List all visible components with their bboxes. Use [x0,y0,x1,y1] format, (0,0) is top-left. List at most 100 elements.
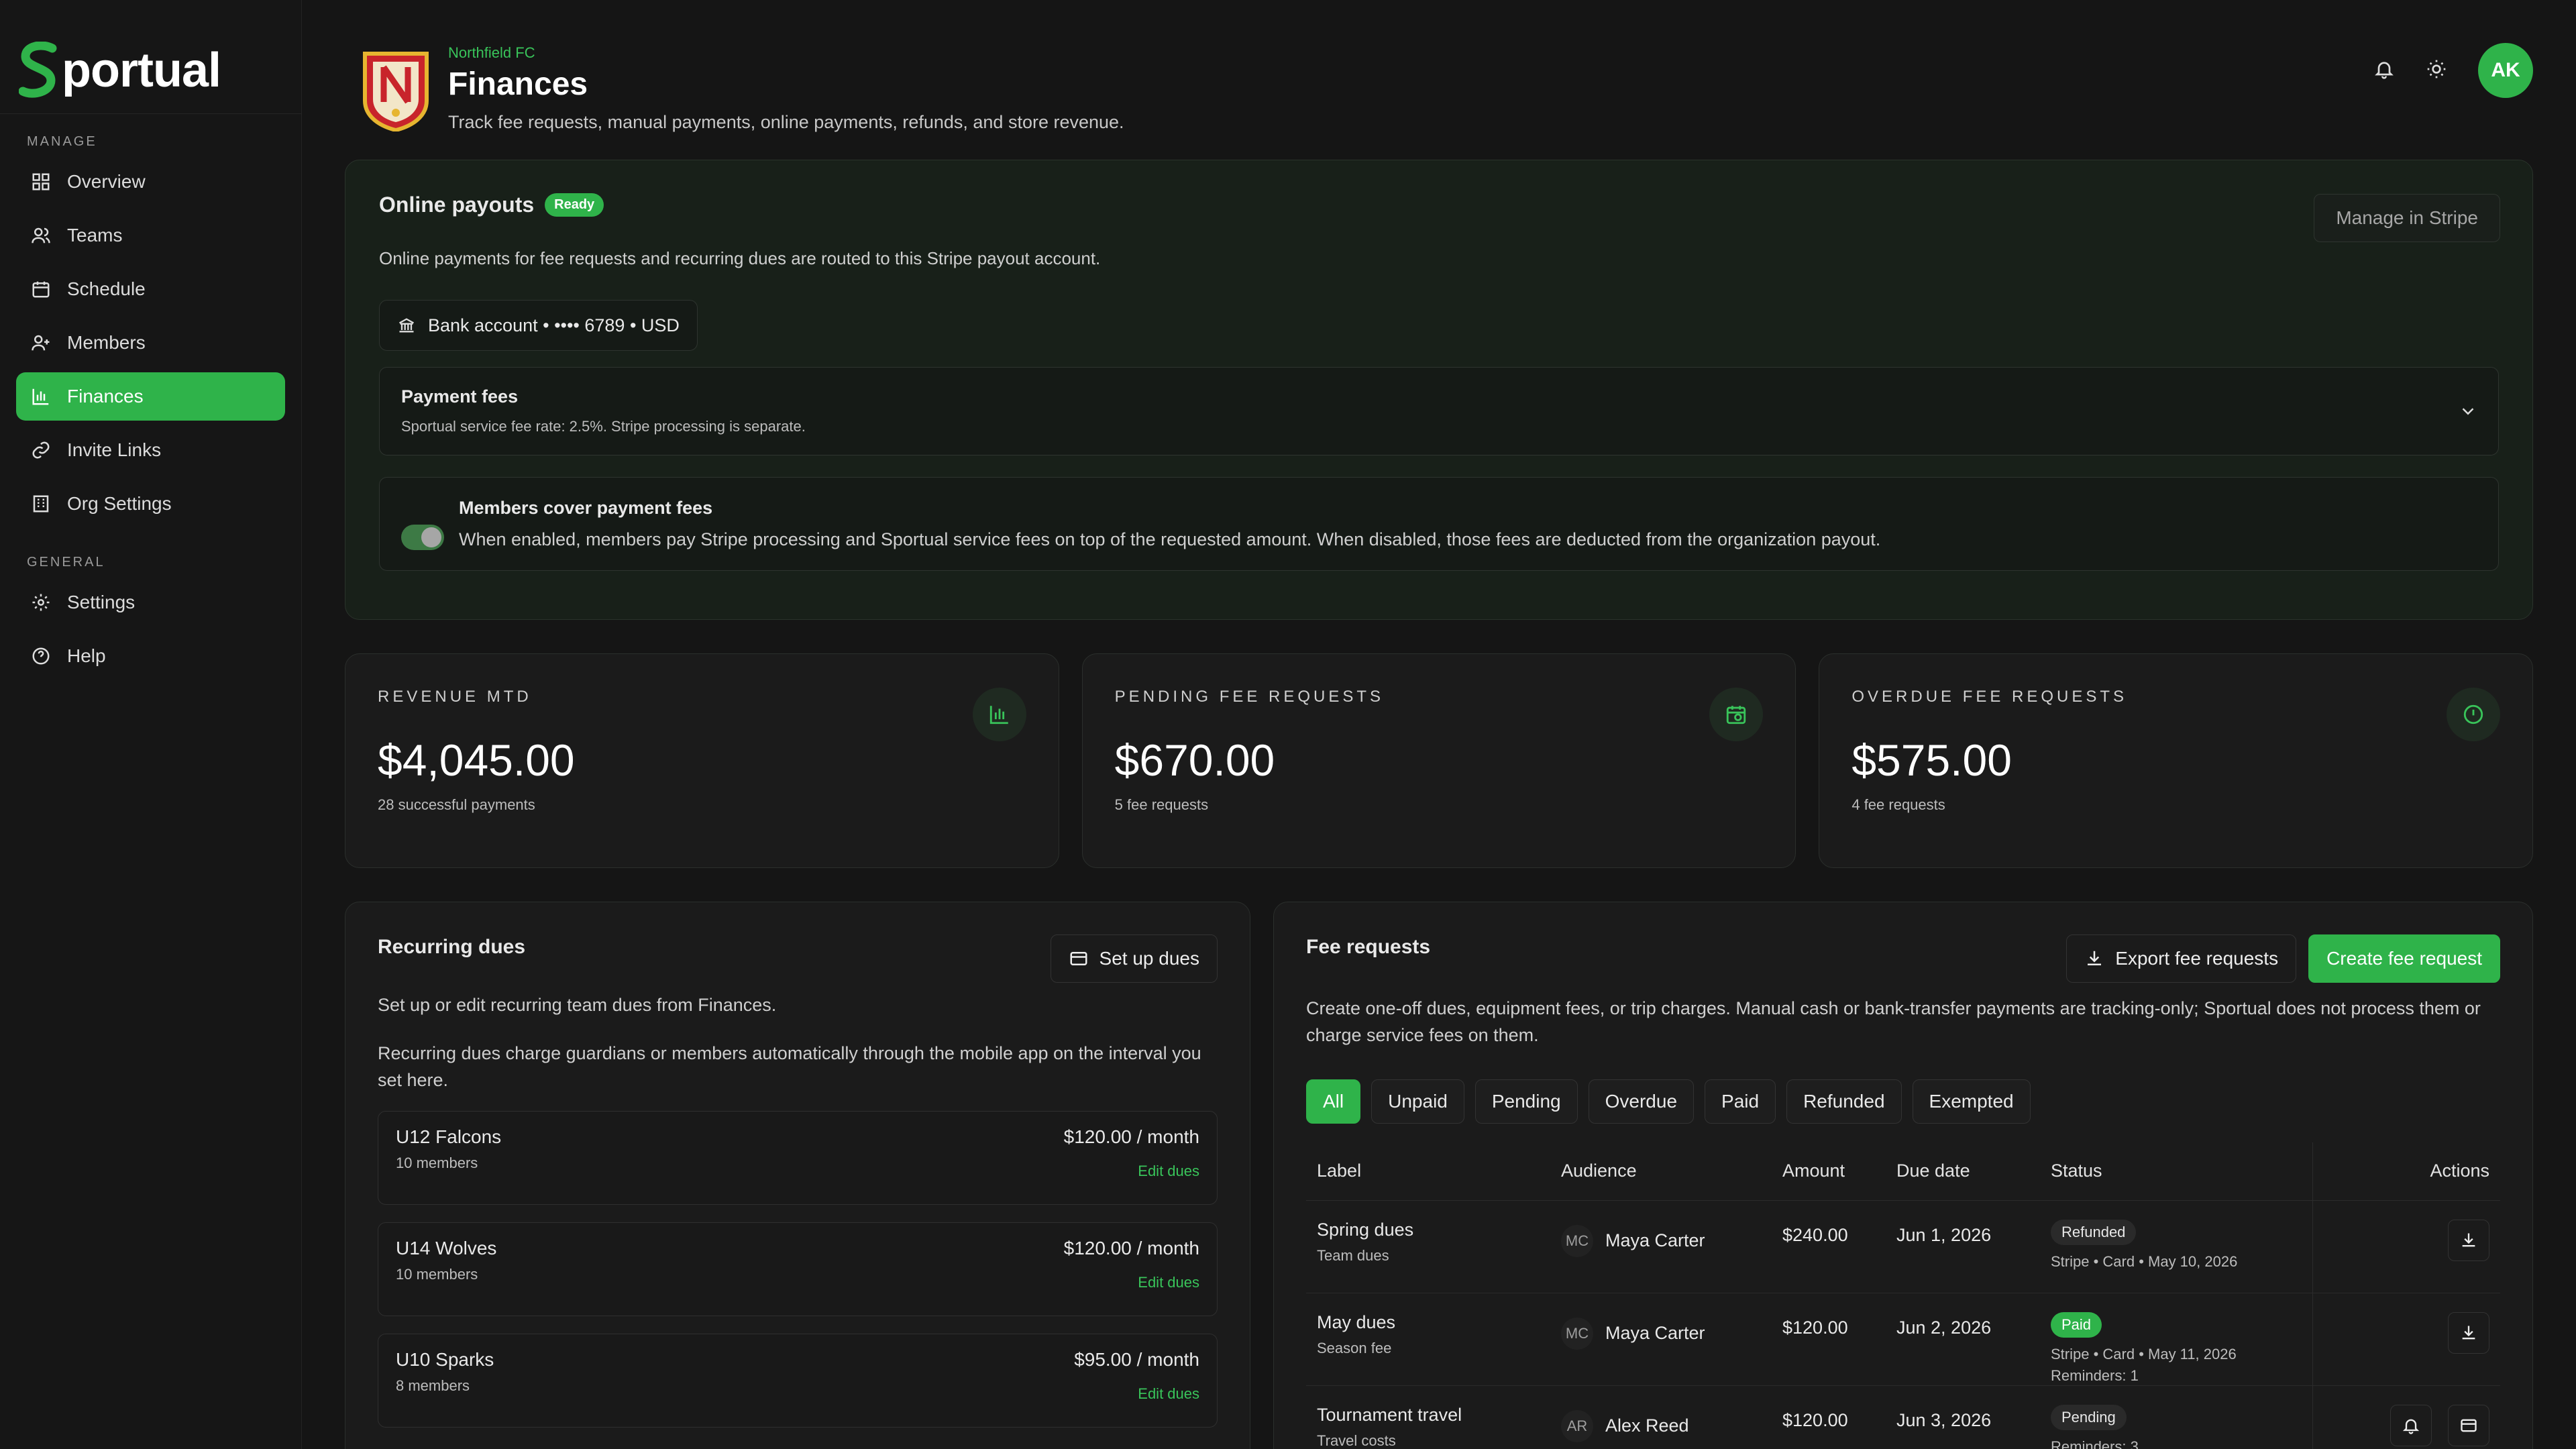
download-receipt-button[interactable] [2448,1311,2489,1354]
online-payouts-card: Online payouts Ready Manage in Stripe On… [345,160,2533,620]
member-count: 10 members [396,1155,478,1171]
set-up-dues-button[interactable]: Set up dues [1050,934,1218,983]
toggle-description: When enabled, members pay Stripe process… [459,529,1881,549]
recurring-dues-card: Recurring dues Set up dues Set up or edi… [345,902,1250,1449]
brand-logo[interactable]: portual [0,0,301,114]
column-header[interactable]: Label [1306,1142,1561,1201]
edit-dues-link[interactable]: Edit dues [1138,1163,1199,1180]
filter-overdue[interactable]: Overdue [1588,1079,1695,1124]
members-cover-fees-toggle[interactable] [401,525,444,550]
brand-name: portual [62,43,221,97]
toggle-title: Members cover payment fees [459,498,713,518]
download-icon [2462,1233,2475,1246]
bell-icon[interactable] [2373,58,2395,83]
fee-amount: $120.00 [1782,1317,1848,1338]
bar-chart-icon [31,386,51,407]
column-header: Actions [2312,1142,2500,1201]
fee-type: Travel costs [1317,1432,1396,1449]
revenue-stat-card: REVENUE MTD $4,045.00 28 successful paym… [345,653,1059,868]
gear-icon [31,592,51,612]
status-detail: Stripe • Card • May 11, 2026 [2051,1345,2237,1362]
fee-requests-description: Create one-off dues, equipment fees, or … [1306,998,2481,1045]
grid-icon [31,172,51,192]
export-fee-requests-button[interactable]: Export fee requests [2066,934,2297,983]
filter-exempted[interactable]: Exempted [1912,1079,2031,1124]
dues-price: $120.00 / month [1063,1238,1199,1258]
create-fee-request-button[interactable]: Create fee request [2308,934,2500,983]
status-detail: Stripe • Card • May 10, 2026 [2051,1252,2238,1270]
sidebar-item-finances[interactable]: Finances [16,372,285,421]
sidebar-item-label: Help [67,645,106,666]
sidebar-item-label: Finances [67,386,144,407]
button-label: Set up dues [1099,948,1199,969]
sidebar-item-settings[interactable]: Settings [16,578,285,627]
table-row[interactable]: Tournament travel Travel costs AR Alex Re… [1306,1385,2500,1449]
record-payment-button[interactable] [2448,1404,2489,1446]
audience-initials: MC [1561,1224,1593,1257]
edit-dues-link[interactable]: Edit dues [1138,1274,1199,1291]
sidebar-item-teams[interactable]: Teams [16,211,285,260]
filter-pending[interactable]: Pending [1474,1079,1578,1124]
status-reminders: Reminders: 1 [2051,1366,2139,1384]
sidebar-item-help[interactable]: Help [16,632,285,680]
card-icon [1070,952,1087,965]
sidebar-item-invite-links[interactable]: Invite Links [16,426,285,474]
theme-sun-icon[interactable] [2426,58,2447,83]
avatar[interactable]: AK [2478,43,2533,98]
due-date: Jun 2, 2026 [1896,1317,1992,1338]
stat-label: OVERDUE FEE REQUESTS [1851,688,2128,706]
table-row[interactable]: May dues Season fee MC Maya Carter $120.0… [1306,1293,2500,1386]
sidebar-item-label: Schedule [67,278,146,299]
page-subtitle: Track fee requests, manual payments, onl… [448,112,1124,132]
status-badge: Paid [2051,1311,2102,1338]
send-reminder-button[interactable] [2390,1404,2432,1446]
dues-item: U14 Wolves 10 members $120.00 / month Ed… [378,1222,1218,1316]
filter-paid[interactable]: Paid [1705,1079,1776,1124]
audience-name: Maya Carter [1605,1323,1705,1343]
audience-name: Alex Reed [1605,1415,1689,1436]
download-receipt-button[interactable] [2448,1219,2489,1261]
dues-price: $120.00 / month [1063,1126,1199,1147]
filter-refunded[interactable]: Refunded [1786,1079,1902,1124]
fee-type: Season fee [1317,1339,1392,1356]
calendar-icon [31,279,51,299]
sidebar-item-label: Org Settings [67,493,172,514]
sidebar-item-members[interactable]: Members [16,319,285,367]
column-header[interactable]: Amount [1782,1142,1896,1201]
payment-fees-title: Payment fees [401,386,519,407]
member-count: 8 members [396,1377,470,1394]
filter-unpaid[interactable]: Unpaid [1371,1079,1464,1124]
fee-requests-actions: Export fee requests Create fee request [2066,934,2500,983]
column-header[interactable]: Due date [1896,1142,2051,1201]
page-header: Northfield FC Finances Track fee request… [345,0,2533,160]
payment-fees-accordion[interactable]: Payment fees Sportual service fee rate: … [379,367,2499,455]
table-row[interactable]: Spring dues Team dues MC Maya Carter $240… [1306,1200,2500,1293]
card-icon [2461,1419,2477,1432]
sidebar-item-org-settings[interactable]: Org Settings [16,480,285,528]
stat-value: $575.00 [1851,735,2012,785]
stat-value: $4,045.00 [378,735,575,785]
sidebar-item-schedule[interactable]: Schedule [16,265,285,313]
filter-all[interactable]: All [1306,1079,1361,1124]
dues-intro: Set up or edit recurring team dues from … [378,995,777,1015]
alert-circle-icon [2447,688,2501,741]
club-crest-icon [363,52,429,131]
audience-initials: AR [1561,1409,1593,1442]
fee-label: Tournament travel [1317,1404,1462,1425]
sidebar-item-overview[interactable]: Overview [16,158,285,206]
manage-in-stripe-button[interactable]: Manage in Stripe [2314,194,2500,242]
pending-stat-card: PENDING FEE REQUESTS $670.00 5 fee reque… [1081,653,1796,868]
page-title: Finances [448,66,588,102]
status-detail: Reminders: 3 [2051,1438,2139,1449]
members-cover-fees-setting: Members cover payment fees When enabled,… [379,477,2499,571]
edit-dues-link[interactable]: Edit dues [1138,1385,1199,1403]
column-header[interactable]: Audience [1561,1142,1782,1201]
dues-price: $95.00 / month [1074,1349,1199,1370]
column-header[interactable]: Status [2051,1142,2312,1201]
dues-item: U12 Falcons 10 members $120.00 / month E… [378,1111,1218,1205]
dues-explainer: Recurring dues charge guardians or membe… [378,1043,1201,1090]
dues-item: U10 Sparks 8 members $95.00 / month Edit… [378,1334,1218,1428]
fee-amount: $240.00 [1782,1224,1848,1245]
status-badge: Refunded [2051,1219,2137,1245]
fee-label: May dues [1317,1311,1396,1332]
